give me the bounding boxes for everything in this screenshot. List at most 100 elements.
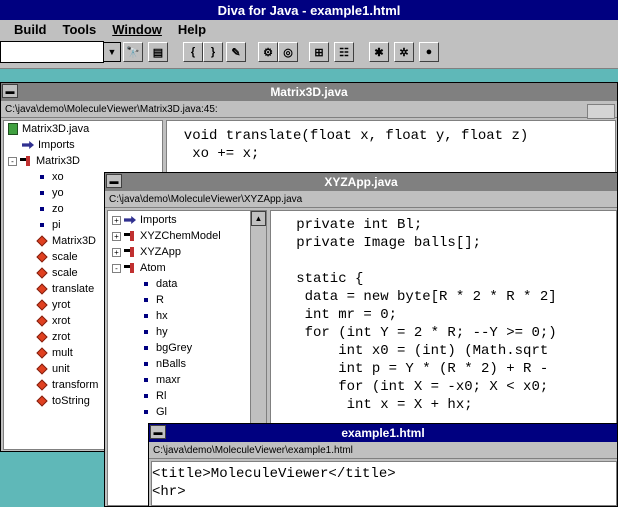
code-line: <title>MoleculeViewer</title> xyxy=(152,466,396,482)
tree-item[interactable]: + XYZApp xyxy=(112,244,181,260)
tree-item[interactable]: hx xyxy=(140,308,168,324)
tree-item[interactable]: xo xyxy=(36,169,64,185)
globe-button[interactable]: ◎ xyxy=(278,42,298,62)
tree-item[interactable]: translate xyxy=(36,281,94,297)
tree-item[interactable]: zrot xyxy=(36,329,70,345)
field-icon xyxy=(144,314,148,318)
matrix3d-code-editor[interactable]: void translate(float x, float y, float z… xyxy=(166,120,616,180)
tree-item[interactable]: - Atom xyxy=(112,260,166,276)
collapse-icon[interactable]: - xyxy=(8,156,17,166)
tree-item[interactable]: + Imports xyxy=(112,212,177,228)
system-menu-icon[interactable]: ▬ xyxy=(2,84,18,98)
tree-item[interactable]: mult xyxy=(36,345,73,361)
classes-icon: ☷ xyxy=(339,46,349,59)
expand-icon[interactable]: + xyxy=(112,247,121,257)
tree-item-label: hx xyxy=(156,310,168,322)
binoculars-icon: 🔭 xyxy=(126,46,140,59)
code-line: void translate(float x, float y, float z… xyxy=(167,128,529,144)
system-menu-icon[interactable]: ▬ xyxy=(150,425,166,439)
close-brace-button[interactable]: } xyxy=(203,42,223,62)
tree-item[interactable]: Gl xyxy=(140,404,167,420)
tree-item[interactable]: bgGrey xyxy=(140,340,192,356)
hierarchy-button[interactable]: ⊞ xyxy=(309,42,329,62)
bomb-button[interactable]: ● xyxy=(419,42,439,62)
search-combo-input[interactable] xyxy=(0,41,104,63)
menu-build[interactable]: Build xyxy=(0,22,55,37)
tree-item[interactable]: scale xyxy=(36,249,78,265)
tree-item-label: xrot xyxy=(52,315,71,327)
binoculars-button[interactable]: 🔭 xyxy=(123,42,143,62)
tree-item[interactable]: Matrix3D.java xyxy=(8,121,89,137)
print-button[interactable]: ▤ xyxy=(148,42,168,62)
tree-item-label: hy xyxy=(156,326,168,338)
tree-item[interactable]: transform xyxy=(36,377,98,393)
tree-item[interactable]: toString xyxy=(36,393,90,409)
matrix3d-title-bar[interactable]: ▬ Matrix3D.java xyxy=(1,83,617,101)
tree-item[interactable]: hy xyxy=(140,324,168,340)
gear-button[interactable]: ⚙ xyxy=(258,42,278,62)
tree-item[interactable]: + XYZChemModel xyxy=(112,228,221,244)
tree-item[interactable]: nBalls xyxy=(140,356,186,372)
tree-item[interactable]: Rl xyxy=(140,388,166,404)
java-file-icon xyxy=(8,123,18,135)
tree-item-label: unit xyxy=(52,363,70,375)
tree-item[interactable]: maxr xyxy=(140,372,180,388)
field-icon xyxy=(144,394,148,398)
tree-item[interactable]: yo xyxy=(36,185,64,201)
class-icon xyxy=(124,247,136,257)
system-menu-icon[interactable]: ▬ xyxy=(106,174,122,188)
example1-title-bar[interactable]: ▬ example1.html xyxy=(149,424,617,442)
collapse-icon[interactable]: - xyxy=(112,263,121,273)
method-icon xyxy=(36,299,48,311)
pen-button[interactable]: ✎ xyxy=(226,42,246,62)
tree-item[interactable]: scale xyxy=(36,265,78,281)
tree-item[interactable]: - Matrix3D xyxy=(8,153,80,169)
menu-bar: Build Tools Window Help xyxy=(0,20,618,38)
matrix3d-line-field[interactable] xyxy=(587,104,615,119)
tree-item-label: zrot xyxy=(52,331,71,343)
web-button[interactable]: ✲ xyxy=(394,42,414,62)
expand-icon[interactable]: + xyxy=(112,215,121,225)
tree-item-label: Matrix3D.java xyxy=(22,123,90,135)
gear-icon: ⚙ xyxy=(263,46,273,59)
tree-item-label: yo xyxy=(52,187,64,199)
tree-item-label: nBalls xyxy=(156,358,186,370)
scroll-up-icon[interactable]: ▲ xyxy=(251,211,266,226)
code-line: int x = X + hx; xyxy=(271,397,473,413)
tree-item-label: xo xyxy=(52,171,64,183)
dropdown-arrow-icon[interactable]: ▼ xyxy=(103,42,121,62)
menu-help[interactable]: Help xyxy=(170,22,214,37)
tree-item[interactable]: zo xyxy=(36,201,64,217)
tree-item[interactable]: Matrix3D xyxy=(36,233,96,249)
xyzapp-title-bar[interactable]: ▬ XYZApp.java xyxy=(105,173,617,191)
example1-code-editor[interactable]: <title>MoleculeViewer</title> <hr> xyxy=(151,461,617,506)
open-brace-button[interactable]: { xyxy=(183,42,203,62)
code-line: for (int X = -x0; X < x0; xyxy=(271,379,549,395)
field-icon xyxy=(144,410,148,414)
tree-item[interactable]: xrot xyxy=(36,313,70,329)
tree-item-label: Gl xyxy=(156,406,167,418)
menu-tools[interactable]: Tools xyxy=(55,22,105,37)
expand-icon[interactable]: + xyxy=(112,231,121,241)
tree-item-label: XYZChemModel xyxy=(140,230,221,242)
tree-item[interactable]: pi xyxy=(36,217,61,233)
field-icon xyxy=(40,175,44,179)
tree-item-label: toString xyxy=(52,395,90,407)
method-icon xyxy=(36,331,48,343)
print-icon: ▤ xyxy=(152,46,164,59)
tree-item-label: maxr xyxy=(156,374,181,386)
classes-button[interactable]: ☷ xyxy=(334,42,354,62)
example1-path-bar: C:\java\demo\MoleculeViewer\example1.htm… xyxy=(149,443,617,459)
code-line: int x0 = (int) (Math.sqrt xyxy=(271,343,549,359)
tree-item-label: scale xyxy=(52,251,78,263)
tree-item[interactable]: R xyxy=(140,292,164,308)
tree-item[interactable]: yrot xyxy=(36,297,70,313)
bug-button[interactable]: ✱ xyxy=(369,42,389,62)
class-icon xyxy=(124,263,136,273)
method-icon xyxy=(36,267,48,279)
menu-window[interactable]: Window xyxy=(104,22,170,37)
tree-item[interactable]: Imports xyxy=(22,137,75,153)
tree-item[interactable]: unit xyxy=(36,361,70,377)
tree-item[interactable]: data xyxy=(140,276,177,292)
tree-item-label: R xyxy=(156,294,164,306)
